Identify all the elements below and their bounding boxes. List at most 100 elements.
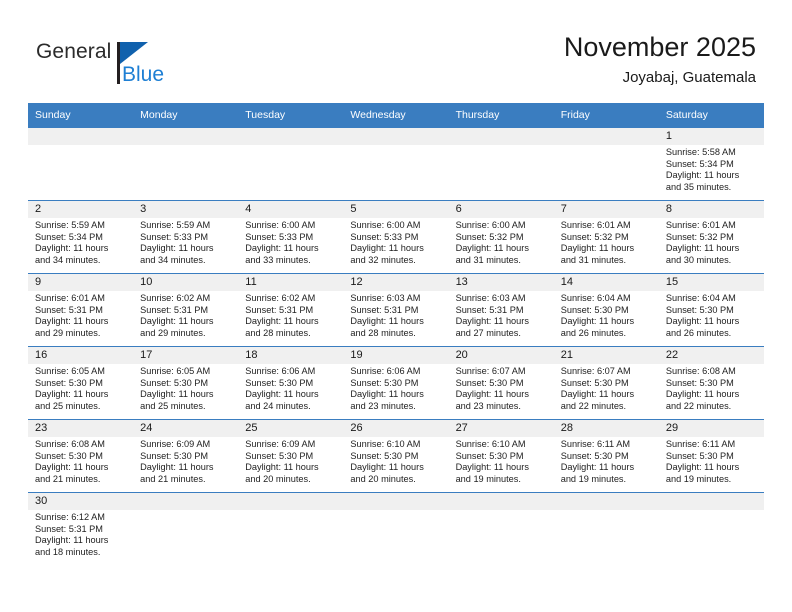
calendar-day-cell[interactable]: 20 Sunrise: 6:07 AM Sunset: 5:30 PM Dayligh… [448,346,554,420]
calendar-day-cell[interactable]: 7 Sunrise: 6:01 AM Sunset: 5:32 PM Daylight… [553,200,659,274]
calendar-day-cell[interactable]: 28 Sunrise: 6:11 AM Sunset: 5:30 PM Dayligh… [553,419,659,493]
daylight-text: Daylight: 11 hours [560,316,635,327]
sunrise-text: Sunrise: 6:06 AM [245,366,316,376]
sunrise-text: Sunrise: 6:02 AM [245,293,316,303]
calendar-day-cell[interactable]: 6 Sunrise: 6:00 AM Sunset: 5:32 PM Daylight… [448,200,554,274]
day-cell-inner: 9 Sunrise: 6:01 AM Sunset: 5:31 PM Daylight… [28,274,134,346]
calendar-day-cell[interactable]: 16 Sunrise: 6:05 AM Sunset: 5:30 PM Dayligh… [28,346,134,420]
daylight-text: Daylight: 11 hours [35,316,109,327]
calendar-day-cell[interactable]: 21 Sunrise: 6:07 AM Sunset: 5:30 PM Dayligh… [553,346,659,420]
calendar-week-row: 23 Sunrise: 6:08 AM Sunset: 5:30 PM Dayligh… [28,419,764,493]
sunset-text: Sunset: 5:30 PM [665,304,734,315]
day-cell-inner [448,128,554,200]
calendar-day-cell[interactable]: 4 Sunrise: 6:00 AM Sunset: 5:33 PM Daylight… [238,200,344,274]
day-cell-inner [238,128,344,200]
calendar-day-cell[interactable]: 19 Sunrise: 6:06 AM Sunset: 5:30 PM Dayligh… [343,346,449,420]
day-cell-inner [553,128,659,200]
day-number: 26 [343,420,449,437]
calendar-day-cell[interactable]: 1 Sunrise: 5:58 AM Sunset: 5:34 PM Daylight… [658,127,764,201]
day-cell-inner: 6 Sunrise: 6:00 AM Sunset: 5:32 PM Daylight… [448,201,554,273]
day-details: Sunrise: 5:59 AM Sunset: 5:33 PM Daylight:… [133,218,238,266]
day-details: Sunrise: 6:02 AM Sunset: 5:31 PM Daylight:… [133,291,238,339]
day-number: 15 [658,274,764,291]
calendar-day-cell-empty [448,127,554,201]
day-number [553,493,659,510]
daylight-text: Daylight: 11 hours [665,243,740,254]
calendar-day-cell-empty [133,492,239,565]
weekday-header-wednesday: Wednesday [343,103,449,128]
day-cell-inner: 22 Sunrise: 6:08 AM Sunset: 5:30 PM Dayligh… [658,347,764,419]
calendar-day-cell[interactable]: 10 Sunrise: 6:02 AM Sunset: 5:31 PM Dayligh… [133,273,239,347]
calendar-day-cell[interactable]: 13 Sunrise: 6:03 AM Sunset: 5:31 PM Dayligh… [448,273,554,347]
sunset-text: Sunset: 5:30 PM [35,377,103,388]
day-number: 18 [238,347,344,364]
calendar-day-cell[interactable]: 12 Sunrise: 6:03 AM Sunset: 5:31 PM Dayligh… [343,273,449,347]
calendar-day-cell-empty [343,492,449,565]
daylight-text: Daylight: 11 hours [140,389,214,400]
day-number [133,128,239,145]
calendar-day-cell[interactable]: 3 Sunrise: 5:59 AM Sunset: 5:33 PM Daylight… [133,200,239,274]
day-number: 13 [448,274,554,291]
day-cell-inner: 7 Sunrise: 6:01 AM Sunset: 5:32 PM Daylight… [553,201,659,273]
calendar-day-cell[interactable]: 25 Sunrise: 6:09 AM Sunset: 5:30 PM Dayligh… [238,419,344,493]
daylight-text: Daylight: 11 hours [140,316,214,327]
daylight-text: and 24 minutes. [245,400,311,411]
sunset-text: Sunset: 5:30 PM [350,377,419,388]
day-number: 21 [553,347,659,364]
day-cell-inner: 21 Sunrise: 6:07 AM Sunset: 5:30 PM Dayligh… [553,347,659,419]
calendar-day-cell[interactable]: 9 Sunrise: 6:01 AM Sunset: 5:31 PM Daylight… [28,273,134,347]
day-number: 11 [238,274,344,291]
calendar-day-cell[interactable]: 29 Sunrise: 6:11 AM Sunset: 5:30 PM Dayligh… [658,419,764,493]
daylight-text: and 19 minutes. [560,473,627,484]
day-cell-inner: 18 Sunrise: 6:06 AM Sunset: 5:30 PM Dayligh… [238,347,344,419]
daylight-text: and 35 minutes. [665,181,732,192]
calendar-day-cell[interactable]: 18 Sunrise: 6:06 AM Sunset: 5:30 PM Dayligh… [238,346,344,420]
day-details: Sunrise: 6:06 AM Sunset: 5:30 PM Daylight:… [343,364,448,412]
day-details: Sunrise: 6:00 AM Sunset: 5:33 PM Daylight:… [343,218,448,266]
daylight-text: and 31 minutes. [455,254,521,265]
daylight-text: Daylight: 11 hours [245,389,319,400]
calendar-day-cell[interactable]: 14 Sunrise: 6:04 AM Sunset: 5:30 PM Dayligh… [553,273,659,347]
flag-triangle-icon [120,42,148,64]
calendar-day-cell[interactable]: 23 Sunrise: 6:08 AM Sunset: 5:30 PM Dayligh… [28,419,134,493]
daylight-text: and 34 minutes. [35,254,101,265]
sunset-text: Sunset: 5:31 PM [35,523,103,534]
day-number: 19 [343,347,449,364]
sunrise-text: Sunrise: 6:01 AM [665,220,736,230]
daylight-text: and 23 minutes. [455,400,521,411]
calendar-day-cell-empty [238,127,344,201]
sunset-text: Sunset: 5:33 PM [245,231,314,242]
sunrise-text: Sunrise: 6:06 AM [350,366,421,376]
calendar-day-cell[interactable]: 27 Sunrise: 6:10 AM Sunset: 5:30 PM Dayligh… [448,419,554,493]
calendar-day-cell[interactable]: 8 Sunrise: 6:01 AM Sunset: 5:32 PM Daylight… [658,200,764,274]
calendar-day-cell[interactable]: 24 Sunrise: 6:09 AM Sunset: 5:30 PM Dayligh… [133,419,239,493]
day-number [448,493,554,510]
day-cell-inner: 5 Sunrise: 6:00 AM Sunset: 5:33 PM Daylight… [343,201,449,273]
calendar-day-cell[interactable]: 26 Sunrise: 6:10 AM Sunset: 5:30 PM Dayligh… [343,419,449,493]
day-details: Sunrise: 6:08 AM Sunset: 5:30 PM Daylight:… [659,364,764,412]
daylight-text: Daylight: 11 hours [350,316,424,327]
day-details: Sunrise: 6:00 AM Sunset: 5:33 PM Daylight:… [238,218,343,266]
calendar-day-cell[interactable]: 22 Sunrise: 6:08 AM Sunset: 5:30 PM Dayligh… [658,346,764,420]
daylight-text: Daylight: 11 hours [560,462,635,473]
day-number [448,128,554,145]
day-cell-inner: 3 Sunrise: 5:59 AM Sunset: 5:33 PM Daylight… [133,201,239,273]
calendar-day-cell-empty [448,492,554,565]
daylight-text: and 31 minutes. [560,254,627,265]
calendar-day-cell[interactable]: 17 Sunrise: 6:05 AM Sunset: 5:30 PM Dayligh… [133,346,239,420]
calendar-day-cell[interactable]: 15 Sunrise: 6:04 AM Sunset: 5:30 PM Dayligh… [658,273,764,347]
day-number [343,493,449,510]
calendar-day-cell[interactable]: 11 Sunrise: 6:02 AM Sunset: 5:31 PM Dayligh… [238,273,344,347]
daylight-text: and 28 minutes. [350,327,416,338]
calendar-day-cell[interactable]: 5 Sunrise: 6:00 AM Sunset: 5:33 PM Daylight… [343,200,449,274]
sunset-text: Sunset: 5:31 PM [140,304,209,315]
sunrise-text: Sunrise: 6:04 AM [665,293,736,303]
day-cell-inner: 28 Sunrise: 6:11 AM Sunset: 5:30 PM Dayligh… [553,420,659,492]
daylight-text: and 22 minutes. [560,400,627,411]
daylight-text: and 34 minutes. [140,254,206,265]
daylight-text: Daylight: 11 hours [455,389,529,400]
calendar-day-cell[interactable]: 30 Sunrise: 6:12 AM Sunset: 5:31 PM Dayligh… [28,492,134,565]
calendar-day-cell[interactable]: 2 Sunrise: 5:59 AM Sunset: 5:34 PM Daylight… [28,200,134,274]
general-blue-logo[interactable]: General Blue [36,40,176,90]
day-details: Sunrise: 6:01 AM Sunset: 5:31 PM Daylight:… [28,291,133,339]
